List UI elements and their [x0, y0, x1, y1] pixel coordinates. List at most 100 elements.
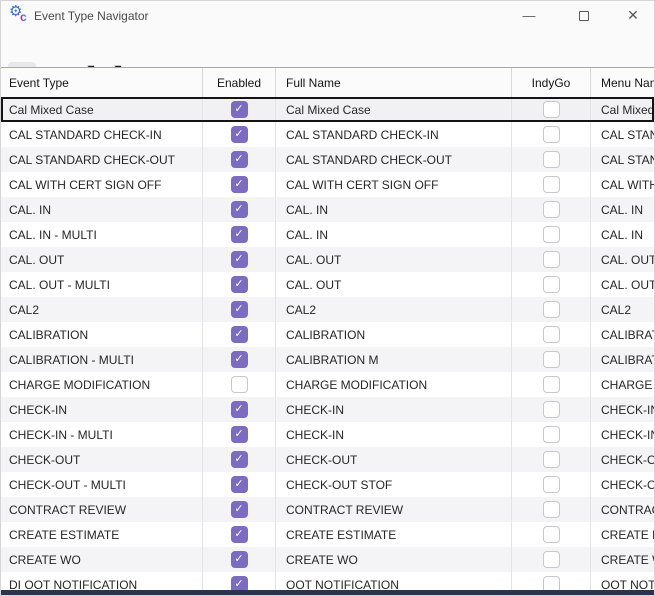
table-row[interactable]: CAL STANDARD CHECK-IN ✓ CAL STANDARD CHECK…	[1, 122, 654, 147]
table-row[interactable]: CHARGE MODIFICATIONCHARGE MODIFICATIONCH…	[1, 372, 654, 397]
menu-name-cell: CONTRACT REVIEW	[591, 497, 654, 522]
table-row[interactable]: CAL WITH CERT SIGN OFF ✓ CAL WITH CERT SIG…	[1, 172, 654, 197]
enabled-checkbox[interactable]: ✓	[231, 151, 248, 168]
indygo-checkbox[interactable]	[543, 276, 560, 293]
enabled-checkbox-cell: ✓	[203, 322, 276, 347]
enabled-checkbox[interactable]: ✓	[231, 451, 248, 468]
menu-name-cell-text: CALIBRATION	[591, 328, 654, 342]
table-row[interactable]: CHECK-IN - MULTI✓CHECK-INCHECK-IN	[1, 422, 654, 447]
indygo-checkbox[interactable]	[543, 351, 560, 368]
indygo-checkbox-cell	[512, 447, 591, 472]
table-row[interactable]: CHECK-OUT✓CHECK-OUTCHECK-OUT	[1, 447, 654, 472]
menu-name-cell-text: Cal Mixed Case	[591, 103, 654, 117]
event-type-navigator-window: ⚙ c c Event Type Navigator — ✕	[0, 0, 655, 596]
minimize-button[interactable]: —	[513, 4, 545, 27]
full-name-cell-text: CHECK-OUT	[276, 453, 357, 467]
table-row[interactable]: CAL. OUT✓CAL. OUTCAL. OUT	[1, 247, 654, 272]
enabled-checkbox[interactable]: ✓	[231, 501, 248, 518]
menu-name-cell-text: CAL STANDARD CHECK-OUT	[591, 153, 654, 167]
indygo-checkbox[interactable]	[543, 526, 560, 543]
menu-name-cell-text: CONTRACT REVIEW	[591, 503, 654, 517]
indygo-checkbox[interactable]	[543, 301, 560, 318]
enabled-checkbox[interactable]: ✓	[231, 276, 248, 293]
table-row[interactable]: CHECK-IN✓CHECK-INCHECK-IN	[1, 397, 654, 422]
enabled-checkbox-cell: ✓	[203, 197, 276, 222]
maximize-icon	[579, 11, 589, 21]
bottom-edge-bar	[1, 590, 654, 595]
table-row[interactable]: CONTRACT REVIEW✓CONTRACT REVIEWCONTRACT …	[1, 497, 654, 522]
enabled-checkbox[interactable]: ✓	[231, 476, 248, 493]
table-row[interactable]: CREATE ESTIMATE✓CREATE ESTIMATECREATE ES…	[1, 522, 654, 547]
enabled-checkbox[interactable]: ✓	[231, 226, 248, 243]
table-row[interactable]: CALIBRATION✓CALIBRATIONCALIBRATION	[1, 322, 654, 347]
enabled-checkbox[interactable]: ✓	[231, 176, 248, 193]
indygo-checkbox[interactable]	[543, 251, 560, 268]
full-name-cell: CAL WITH CERT SIGN OFF	[276, 172, 512, 197]
event-type-cell-text: CHECK-IN - MULTI	[1, 428, 113, 442]
indygo-checkbox[interactable]	[543, 176, 560, 193]
indygo-checkbox[interactable]	[543, 151, 560, 168]
menu-name-cell-text: CAL STANDARD CHECK-IN	[591, 128, 654, 142]
enabled-checkbox[interactable]: ✓	[231, 551, 248, 568]
close-button[interactable]: ✕	[617, 4, 649, 27]
indygo-checkbox[interactable]	[543, 376, 560, 393]
table-row[interactable]: CALIBRATION - MULTI✓CALIBRATION MCALIBRA…	[1, 347, 654, 372]
table-row[interactable]: CAL. OUT - MULTI✓CAL. OUTCAL. OUT	[1, 272, 654, 297]
full-name-cell-text: CHECK-IN	[276, 428, 344, 442]
column-header-full-name[interactable]: Full Name	[276, 68, 512, 97]
indygo-checkbox-cell	[512, 347, 591, 372]
menu-name-cell-text: CAL. OUT	[591, 278, 654, 292]
table-row[interactable]: Cal Mixed Case✓Cal Mixed CaseCal Mixed C…	[1, 97, 654, 122]
column-header-indygo[interactable]: IndyGo	[512, 68, 591, 97]
event-type-cell-text: CAL STANDARD CHECK-IN	[1, 128, 162, 142]
menu-name-cell-text: CAL WITH CERT SIGN OFF	[591, 178, 654, 192]
enabled-checkbox[interactable]: ✓	[231, 251, 248, 268]
app-logo-icon: ⚙ c c	[9, 4, 31, 26]
indygo-checkbox[interactable]	[543, 226, 560, 243]
indygo-checkbox[interactable]	[543, 201, 560, 218]
table-row[interactable]: CAL2✓CAL2CAL2	[1, 297, 654, 322]
enabled-checkbox-cell: ✓	[203, 172, 276, 197]
indygo-checkbox[interactable]	[543, 101, 560, 118]
enabled-checkbox[interactable]: ✓	[231, 401, 248, 418]
indygo-checkbox[interactable]	[543, 326, 560, 343]
maximize-button[interactable]	[568, 4, 600, 27]
event-type-cell: CALIBRATION - MULTI	[1, 347, 203, 372]
table-row[interactable]: CREATE WO✓CREATE WOCREATE WO	[1, 547, 654, 572]
toolbar: Navigator	[1, 29, 654, 67]
enabled-checkbox[interactable]	[231, 376, 248, 393]
table-row[interactable]: CAL. IN✓CAL. INCAL. IN	[1, 197, 654, 222]
enabled-checkbox[interactable]: ✓	[231, 126, 248, 143]
indygo-checkbox[interactable]	[543, 476, 560, 493]
enabled-checkbox[interactable]: ✓	[231, 201, 248, 218]
full-name-cell: CHECK-OUT	[276, 447, 512, 472]
indygo-checkbox[interactable]	[543, 451, 560, 468]
enabled-checkbox[interactable]: ✓	[231, 426, 248, 443]
indygo-checkbox-cell	[512, 472, 591, 497]
enabled-checkbox[interactable]: ✓	[231, 101, 248, 118]
enabled-checkbox[interactable]: ✓	[231, 351, 248, 368]
column-header-event-type[interactable]: Event Type	[1, 68, 203, 97]
table-row[interactable]: CAL. IN - MULTI✓CAL. INCAL. IN	[1, 222, 654, 247]
indygo-checkbox-cell	[512, 322, 591, 347]
indygo-checkbox[interactable]	[543, 401, 560, 418]
enabled-checkbox[interactable]: ✓	[231, 326, 248, 343]
indygo-checkbox[interactable]	[543, 126, 560, 143]
column-header-menu-name[interactable]: Menu Name	[591, 68, 655, 97]
enabled-checkbox-cell: ✓	[203, 497, 276, 522]
full-name-cell-text: CALIBRATION M	[276, 353, 378, 367]
table-row[interactable]: CAL STANDARD CHECK-OUT ✓ CAL STANDARD CHEC…	[1, 147, 654, 172]
menu-name-cell-text: CAL2	[591, 303, 631, 317]
indygo-checkbox[interactable]	[543, 426, 560, 443]
table-header: Event Type Enabled Full Name IndyGo Menu…	[1, 67, 654, 97]
indygo-checkbox-cell	[512, 172, 591, 197]
enabled-checkbox-cell	[203, 372, 276, 397]
enabled-checkbox[interactable]: ✓	[231, 526, 248, 543]
enabled-checkbox[interactable]: ✓	[231, 301, 248, 318]
full-name-cell-text: CAL2	[276, 303, 316, 317]
column-header-enabled[interactable]: Enabled	[203, 68, 276, 97]
table-row[interactable]: CHECK-OUT - MULTI✓CHECK-OUT STOFCHECK-OU…	[1, 472, 654, 497]
indygo-checkbox[interactable]	[543, 501, 560, 518]
indygo-checkbox[interactable]	[543, 551, 560, 568]
full-name-cell-text: CAL STANDARD CHECK-OUT	[276, 153, 452, 167]
